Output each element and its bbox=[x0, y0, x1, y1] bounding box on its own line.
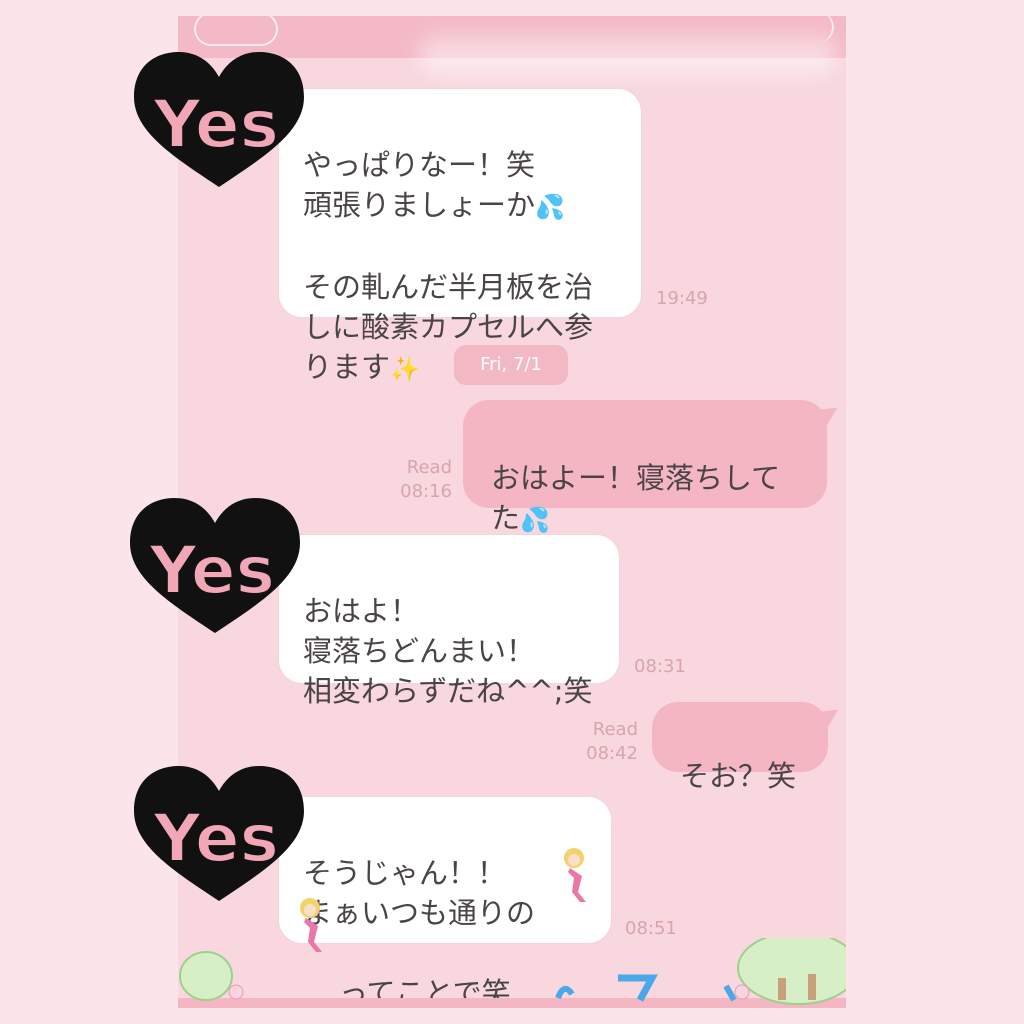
message-time: 19:49 bbox=[656, 288, 708, 309]
outgoing-message-2[interactable]: そお？笑 bbox=[652, 702, 828, 793]
outgoing-message-1[interactable]: おはよー！寝落ちして た💦 bbox=[463, 400, 827, 535]
incoming-message-2[interactable]: おはよ！ 寝落ちどんまい！ 相変わらずだね^^;笑 bbox=[278, 534, 620, 708]
sweat-droplets-icon: 💦 bbox=[520, 506, 550, 534]
read-receipt: Read 08:16 bbox=[392, 456, 452, 504]
back-icon[interactable] bbox=[194, 16, 278, 46]
message-text: そうじゃん！！ まぁいつも通りの bbox=[303, 856, 536, 930]
avatar-text: Yes bbox=[152, 800, 279, 877]
sweat-droplets-icon: 💦 bbox=[535, 193, 565, 221]
avatar-text: Yes bbox=[152, 86, 279, 163]
avatar-text: Yes bbox=[148, 532, 275, 609]
read-label: Read bbox=[406, 457, 452, 478]
menu-icon[interactable] bbox=[802, 16, 834, 42]
message-time: 08:16 bbox=[400, 481, 452, 502]
yes-heart-sticker-icon[interactable]: Yes bbox=[134, 766, 304, 906]
message-text: やっぱりなー！笑 頑張りましょーか bbox=[303, 148, 536, 222]
date-separator: Fri, 7/1 bbox=[454, 345, 568, 385]
message-text: そお？笑 bbox=[680, 759, 797, 793]
header-glow bbox=[418, 36, 838, 76]
incoming-message-1[interactable]: やっぱりなー！笑 頑張りましょーか💦 その軋んだ半月板を治 しに酸素カプセルへ参… bbox=[278, 88, 642, 384]
message-time: 08:51 bbox=[625, 918, 677, 939]
message-time: 08:42 bbox=[586, 743, 638, 764]
bottom-decoration bbox=[178, 938, 846, 1008]
read-label: Read bbox=[592, 719, 638, 740]
message-text: おはよ！ 寝落ちどんまい！ 相変わらずだね^^;笑 bbox=[303, 594, 593, 708]
read-receipt: Read 08:42 bbox=[578, 718, 638, 766]
sparkles-icon: ✨ bbox=[390, 355, 420, 383]
yes-heart-sticker-icon[interactable]: Yes bbox=[134, 52, 304, 192]
yes-heart-sticker-icon[interactable]: Yes bbox=[130, 498, 300, 638]
message-time: 08:31 bbox=[634, 656, 686, 677]
blonde-figure-icon bbox=[564, 848, 586, 902]
